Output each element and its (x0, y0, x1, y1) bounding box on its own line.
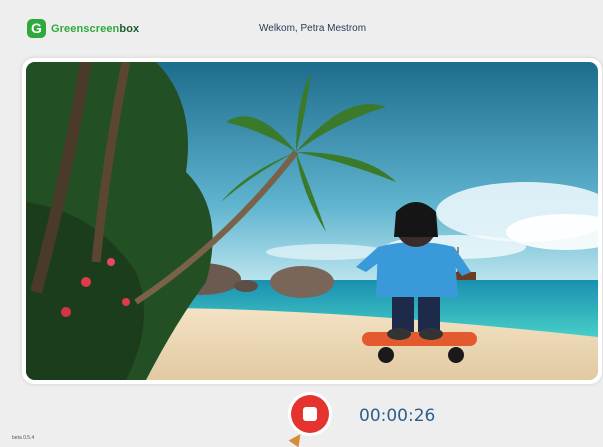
welcome-message: Welkom, Petra Mestrom (259, 23, 367, 34)
greenscreen-preview (26, 62, 598, 380)
stop-record-icon (291, 395, 329, 433)
logo-g-icon: G (27, 19, 46, 38)
app-logo[interactable]: G Greenscreenbox (27, 19, 139, 38)
beach-scene-image (26, 62, 598, 380)
recording-timer: 00:00:26 (359, 406, 436, 426)
stop-record-button[interactable] (290, 394, 330, 434)
camera-preview-frame (22, 58, 602, 384)
version-label: beta 0.5.4 (12, 435, 35, 441)
logo-text: Greenscreenbox (51, 23, 139, 35)
logo-text-box: box (119, 22, 140, 35)
logo-text-greenscreen: Greenscreen (51, 22, 120, 35)
app-header: G Greenscreenbox Welkom, Petra Mestrom (0, 0, 603, 56)
